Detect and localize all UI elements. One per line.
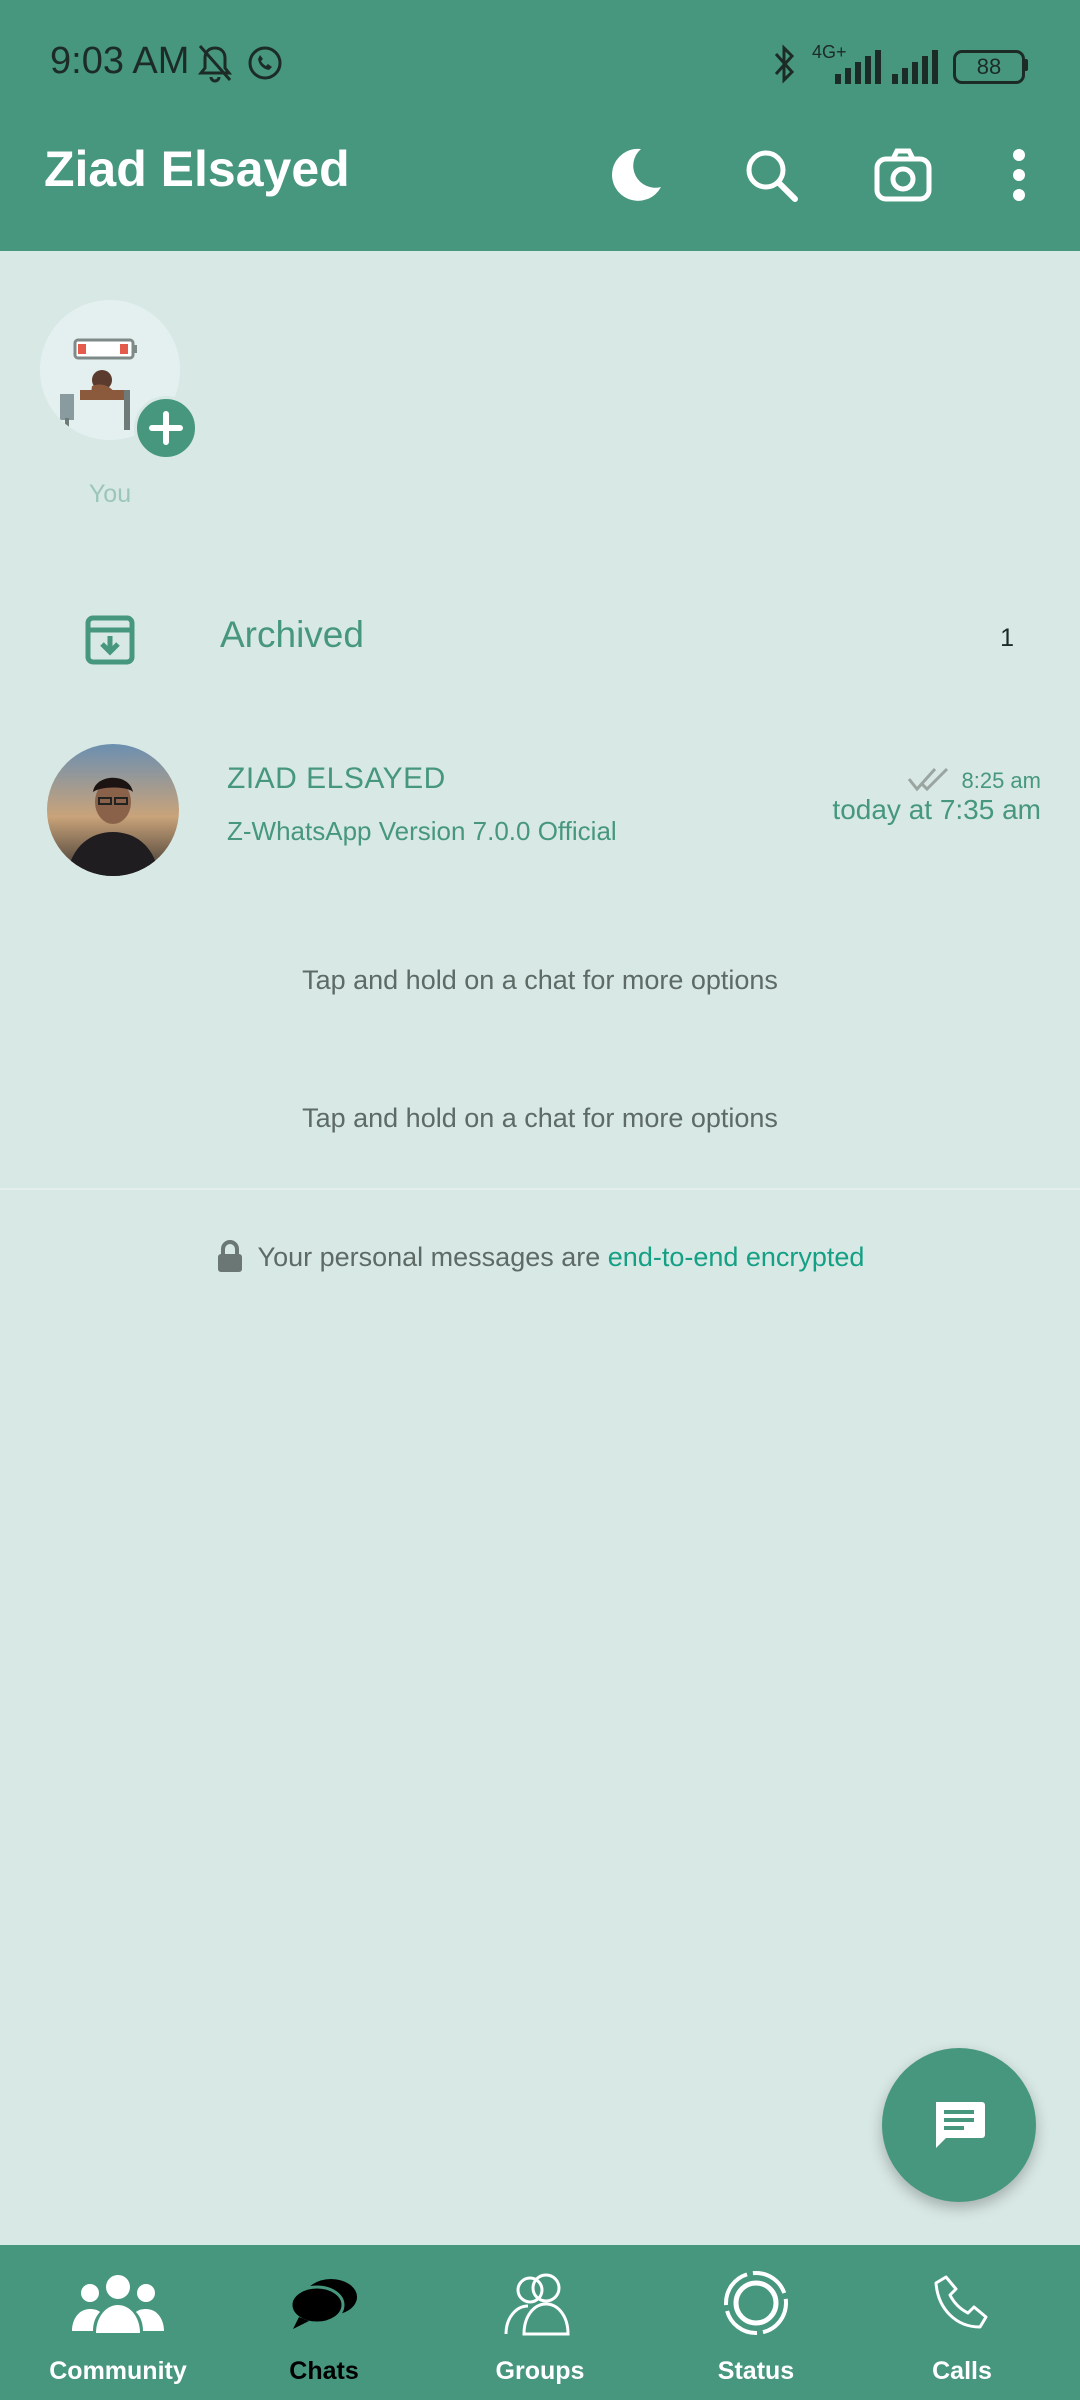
- archived-label: Archived: [220, 614, 364, 655]
- groups-icon: [504, 2273, 570, 2336]
- encryption-text: Your personal messages are: [257, 1241, 601, 1272]
- lock-icon: [217, 1240, 242, 1272]
- profile-photo: [47, 744, 179, 876]
- camera-icon: [874, 148, 932, 202]
- archived-row[interactable]: Archived 1: [0, 580, 1080, 700]
- chats-icon: [289, 2279, 357, 2329]
- bottom-navigation: Community Chats Groups Status Calls: [0, 2245, 1080, 2400]
- camera-button[interactable]: [868, 140, 938, 210]
- bell-off-icon: [197, 45, 233, 83]
- nav-calls[interactable]: Calls: [854, 2245, 1070, 2400]
- plus-icon: [149, 411, 183, 445]
- more-options-icon: [1013, 149, 1025, 201]
- chat-preview: Z-WhatsApp Version 7.0.0 Official: [227, 816, 617, 846]
- nav-community[interactable]: Community: [10, 2245, 226, 2400]
- battery-tip: [1023, 59, 1028, 71]
- nav-groups[interactable]: Groups: [432, 2245, 648, 2400]
- signal-icon-2: [892, 50, 938, 84]
- archived-count: 1: [1000, 624, 1014, 652]
- hint-text-2: Tap and hold on a chat for more options: [302, 1103, 778, 1133]
- nav-label-status: Status: [717, 2357, 795, 2385]
- double-check-icon: [907, 767, 949, 792]
- divider: [0, 1188, 1080, 1190]
- status-icon: [724, 2271, 788, 2335]
- nav-chats[interactable]: Chats: [216, 2245, 432, 2400]
- more-options-button[interactable]: [984, 140, 1054, 210]
- moon-icon: [612, 148, 661, 201]
- chat-app-icon: [248, 46, 282, 80]
- dark-mode-button[interactable]: [598, 140, 668, 210]
- page-title: Ziad Elsayed: [44, 141, 350, 197]
- chat-time: 8:25 am: [961, 768, 1042, 793]
- calls-icon: [934, 2275, 988, 2329]
- status-time: 9:03 AM: [50, 40, 190, 82]
- archive-icon: [85, 615, 135, 665]
- chat-last-seen: today at 7:35 am: [832, 794, 1041, 825]
- search-button[interactable]: [736, 140, 806, 210]
- add-status-button[interactable]: [134, 396, 198, 460]
- bluetooth-icon: [774, 44, 795, 84]
- app-header: 9:03 AM 4G+ 88 Ziad Elsayed: [0, 0, 1080, 251]
- chat-name: ZIAD ELSAYED: [227, 762, 446, 795]
- encryption-note: Your personal messages are end-to-end en…: [0, 1240, 1080, 1274]
- nav-status[interactable]: Status: [648, 2245, 864, 2400]
- encryption-link[interactable]: end-to-end encrypted: [608, 1242, 865, 1272]
- search-icon: [746, 150, 798, 202]
- signal-icon: [835, 50, 881, 84]
- new-chat-button[interactable]: [882, 2048, 1036, 2202]
- my-status-label: You: [88, 480, 132, 508]
- community-icon: [72, 2275, 164, 2333]
- nav-label-community: Community: [49, 2357, 187, 2385]
- nav-label-chats: Chats: [289, 2357, 359, 2385]
- nav-label-calls: Calls: [932, 2357, 992, 2385]
- hint-text: Tap and hold on a chat for more options: [302, 965, 778, 995]
- chat-list-item[interactable]: ZIAD ELSAYED Z-WhatsApp Version 7.0.0 Of…: [0, 730, 1080, 890]
- battery-indicator: 88: [953, 50, 1025, 84]
- avatar: [47, 744, 179, 876]
- message-icon: [936, 2102, 985, 2148]
- nav-label-groups: Groups: [495, 2357, 585, 2385]
- status-bar: 9:03 AM 4G+ 88: [0, 0, 1080, 130]
